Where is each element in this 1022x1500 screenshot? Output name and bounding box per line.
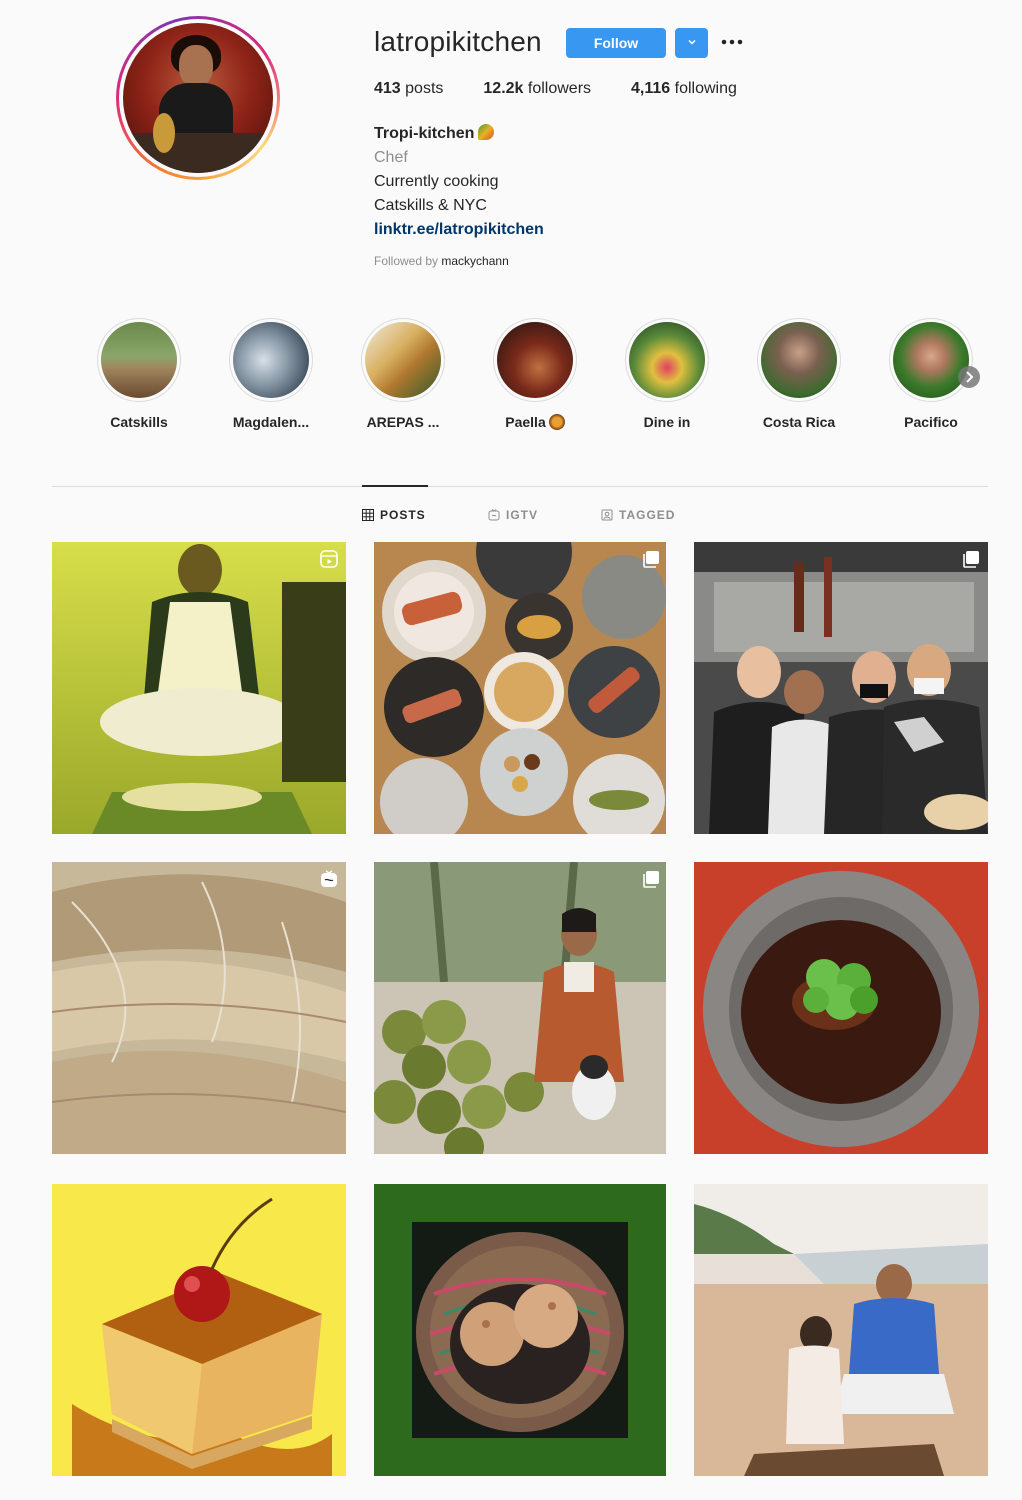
post-thumbnail[interactable]	[374, 542, 668, 834]
following-stat[interactable]: 4,116 following	[631, 80, 737, 98]
post-image	[374, 1184, 666, 1476]
post-image	[374, 862, 666, 1154]
highlight-magdalena[interactable]: Magdalen...	[211, 318, 331, 430]
carousel-icon	[643, 551, 659, 568]
more-dots-icon	[721, 39, 743, 45]
highlight-dine-in[interactable]: Dine in	[607, 318, 727, 430]
follow-button[interactable]: Follow	[566, 28, 666, 58]
highlight-label: Magdalen...	[232, 414, 310, 430]
tabs-divider	[52, 486, 988, 487]
chevron-right-icon	[966, 371, 974, 383]
highlight-label-paella: Paella	[475, 414, 595, 430]
igtv-icon	[321, 870, 337, 887]
posts-label: posts	[400, 80, 444, 97]
post-thumbnail[interactable]	[52, 1184, 346, 1476]
highlight-paella[interactable]: Paella	[475, 318, 595, 430]
posts-stat: 413 posts	[374, 80, 443, 98]
post-thumbnail[interactable]	[694, 862, 988, 1154]
highlight-costa-rica[interactable]: Costa Rica	[739, 318, 859, 430]
highlight-label: Dine in	[643, 414, 691, 430]
active-tab-indicator	[362, 485, 428, 487]
post-thumbnail[interactable]	[52, 542, 346, 834]
highlight-label: Pacifico	[904, 414, 958, 430]
post-image	[52, 862, 346, 1154]
tab-label: IGTV	[506, 508, 539, 522]
highlight-label: AREPAS ...	[366, 414, 440, 430]
more-options-button[interactable]	[720, 30, 746, 54]
tab-tagged[interactable]: TAGGED	[601, 508, 675, 522]
grid-icon	[362, 509, 374, 521]
following-label: following	[670, 80, 737, 97]
post-thumbnail[interactable]	[694, 542, 988, 834]
highlights-next-button[interactable]	[958, 366, 980, 388]
story-highlights: Catskills Magdalen... AREPAS ... Paella …	[0, 318, 1022, 448]
post-image	[694, 862, 988, 1154]
highlight-label: Catskills	[110, 414, 168, 430]
followed-by-user[interactable]: mackychann	[441, 254, 508, 268]
carousel-icon	[643, 871, 659, 888]
followed-by-label: Followed by	[374, 254, 442, 268]
highlight-label: Paella	[505, 414, 546, 430]
post-thumbnail[interactable]	[374, 862, 668, 1154]
followers-label: followers	[523, 80, 592, 97]
followers-stat[interactable]: 12.2k followers	[483, 80, 591, 98]
igtv-icon	[488, 509, 500, 521]
profile-avatar[interactable]	[116, 16, 280, 180]
profile-stats: 413 posts 12.2k followers 4,116 followin…	[374, 80, 777, 98]
post-thumbnail[interactable]	[52, 862, 346, 1154]
bio-line: Currently cooking	[374, 173, 499, 190]
post-image	[374, 542, 666, 834]
profile-display-name: Tropi-kitchen	[374, 125, 475, 142]
post-image	[52, 542, 346, 834]
tagged-icon	[601, 509, 613, 521]
posts-count: 413	[374, 80, 401, 97]
post-thumbnail[interactable]	[694, 1184, 988, 1476]
bio-link[interactable]: linktr.ee/latropikitchen	[374, 218, 544, 242]
chevron-down-icon	[687, 39, 696, 45]
profile-username: latropikitchen	[374, 26, 542, 57]
tab-label: TAGGED	[619, 508, 676, 522]
followers-count: 12.2k	[483, 80, 524, 97]
post-thumbnail[interactable]	[374, 1184, 668, 1476]
post-image	[694, 542, 988, 834]
carousel-icon	[963, 551, 979, 568]
paella-emoji-icon	[548, 414, 565, 430]
post-image	[52, 1184, 346, 1476]
post-image	[694, 1184, 988, 1476]
following-count: 4,116	[631, 80, 671, 97]
profile-category: Chef	[374, 149, 408, 166]
profile-bio: Tropi-kitchen Chef Currently cooking Cat…	[374, 122, 544, 242]
followed-by[interactable]: Followed by mackychann	[374, 254, 509, 268]
bio-line: Catskills & NYC	[374, 197, 487, 214]
highlight-arepas[interactable]: AREPAS ...	[343, 318, 463, 430]
tab-label: POSTS	[380, 508, 426, 522]
tab-posts[interactable]: POSTS	[362, 508, 426, 522]
suggested-dropdown-button[interactable]	[675, 28, 708, 58]
reels-icon	[320, 550, 338, 568]
highlight-label: Costa Rica	[762, 414, 836, 430]
tab-igtv[interactable]: IGTV	[488, 508, 538, 522]
mango-emoji-icon	[478, 124, 495, 140]
highlight-catskills[interactable]: Catskills	[79, 318, 199, 430]
